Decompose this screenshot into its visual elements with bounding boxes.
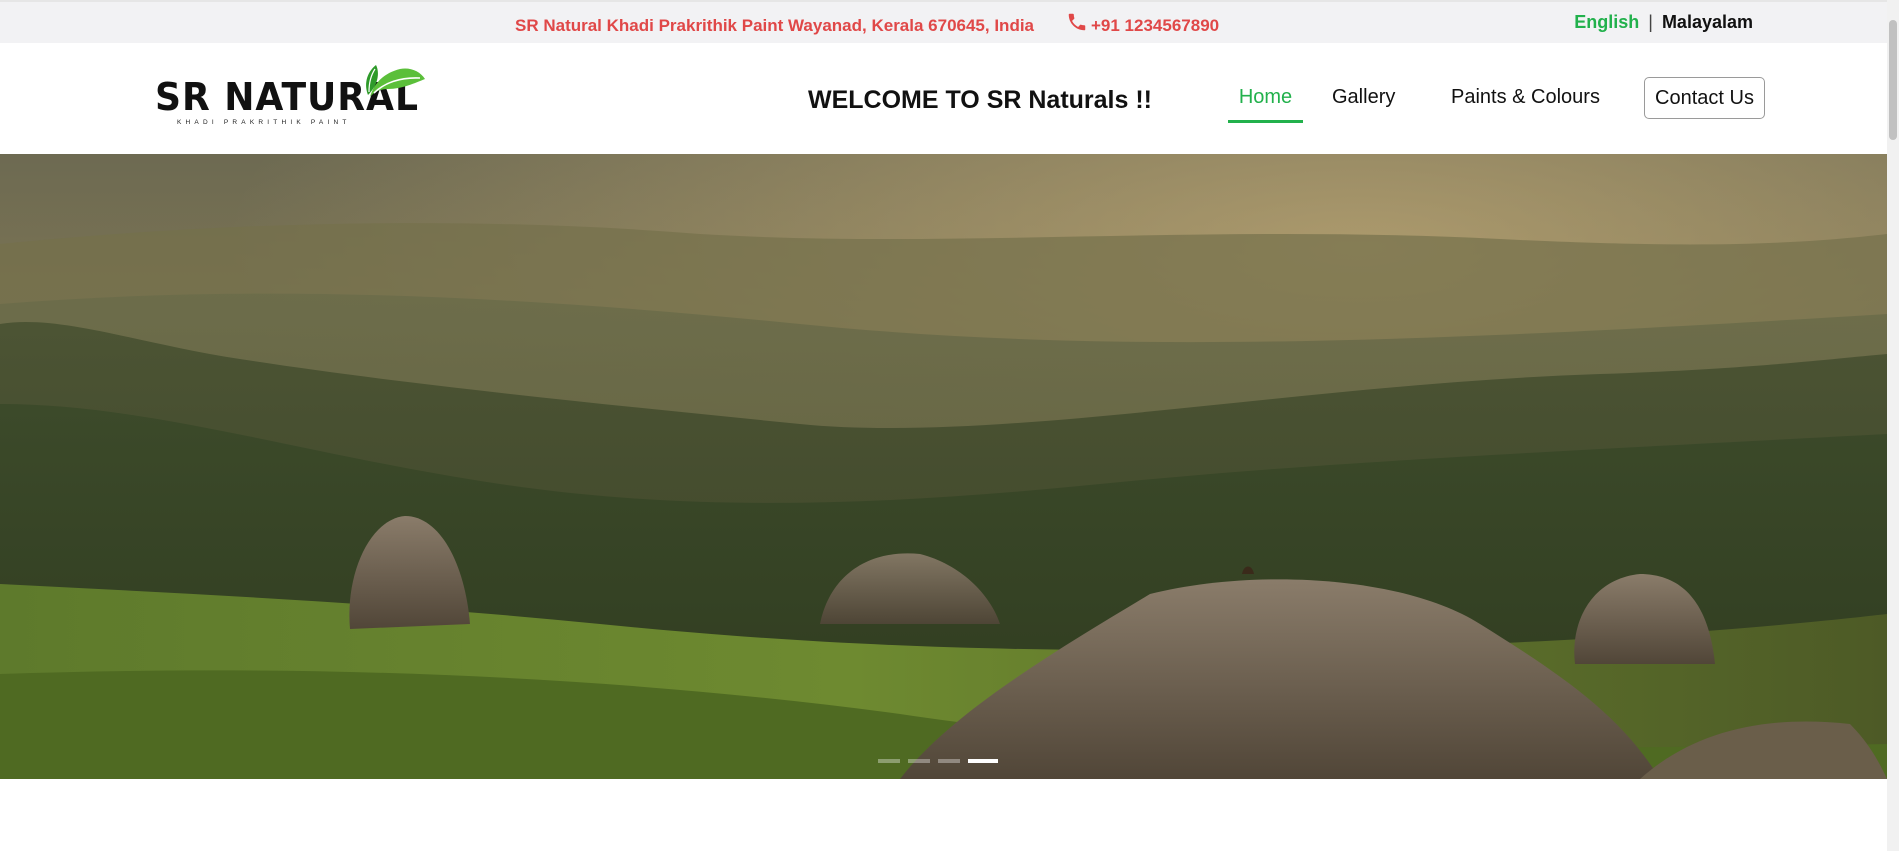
carousel-indicators (878, 759, 998, 763)
nav-gallery[interactable]: Gallery (1332, 86, 1395, 109)
carousel-indicator[interactable] (908, 759, 930, 763)
phone-number: +91 1234567890 (1091, 16, 1220, 35)
language-switcher: English | Malayalam (1574, 12, 1753, 33)
logo-tagline: KHADI PRAKRITHIK PAINT (177, 119, 351, 126)
phone-icon (1068, 13, 1086, 31)
scrollbar-thumb[interactable] (1889, 20, 1897, 140)
lang-malayalam-link[interactable]: Malayalam (1662, 12, 1753, 32)
lang-english-link[interactable]: English (1574, 12, 1639, 32)
hero-landscape-image (0, 154, 1887, 779)
page-scrollbar[interactable] (1887, 0, 1899, 851)
nav-home[interactable]: Home (1228, 75, 1303, 123)
nav-paints-colours[interactable]: Paints & Colours (1451, 86, 1600, 109)
site-logo[interactable]: SR NATURAL KHADI PRAKRITHIK PAINT (155, 59, 425, 129)
carousel-indicator[interactable] (938, 759, 960, 763)
carousel-indicator-active[interactable] (968, 759, 998, 763)
hero-carousel[interactable] (0, 154, 1887, 779)
welcome-heading: WELCOME TO SR Naturals !! (808, 86, 1153, 114)
top-info-bar: SR Natural Khadi Prakrithik Paint Wayana… (0, 0, 1887, 43)
carousel-indicator[interactable] (878, 759, 900, 763)
lang-separator: | (1648, 12, 1653, 32)
address-text: SR Natural Khadi Prakrithik Paint Wayana… (515, 16, 1035, 35)
leaf-icon (366, 65, 425, 97)
phone-link[interactable]: +91 1234567890 (1066, 11, 1219, 36)
contact-us-button[interactable]: Contact Us (1644, 77, 1765, 119)
site-header: SR NATURAL KHADI PRAKRITHIK PAINT WELCOM… (0, 43, 1887, 154)
page: SR Natural Khadi Prakrithik Paint Wayana… (0, 0, 1899, 851)
